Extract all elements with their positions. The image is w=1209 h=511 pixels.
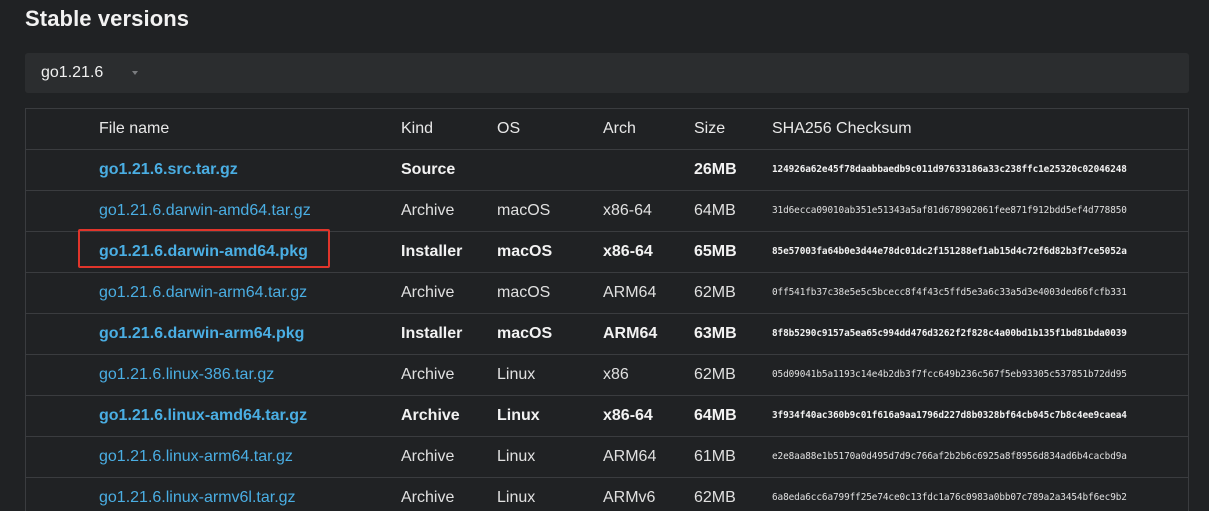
size-cell: 63MB (694, 325, 737, 342)
arch-cell: ARM64 (603, 325, 658, 342)
kind-cell: Archive (401, 284, 455, 301)
size-cell: 62MB (694, 489, 736, 506)
size-cell: 62MB (694, 366, 736, 383)
file-download-link[interactable]: go1.21.6.linux-arm64.tar.gz (99, 437, 293, 477)
checksum-cell: 0ff541fb37c38e5e5c5bcecc8f4f43c5ffd5e3a6… (772, 287, 1127, 298)
size-cell: 65MB (694, 243, 737, 260)
table-row: go1.21.6.darwin-amd64.pkg Installer macO… (26, 232, 1188, 273)
os-cell: Linux (497, 489, 536, 506)
file-download-link[interactable]: go1.21.6.linux-armv6l.tar.gz (99, 478, 296, 511)
os-cell: macOS (497, 284, 551, 301)
kind-cell: Archive (401, 448, 455, 465)
checksum-cell: 124926a62e45f78daabbaedb9c011d97633186a3… (772, 164, 1127, 175)
version-selector-label: go1.21.6 (41, 64, 104, 81)
kind-cell: Archive (401, 407, 460, 424)
column-header-sha256: SHA256 Checksum (772, 120, 912, 137)
table-row: go1.21.6.linux-armv6l.tar.gz Archive Lin… (26, 478, 1188, 511)
table-header-row: File name Kind OS Arch Size SHA256 Check… (26, 109, 1188, 150)
file-download-link[interactable]: go1.21.6.darwin-arm64.tar.gz (99, 273, 307, 313)
arch-cell: x86-64 (603, 202, 652, 219)
column-header-arch: Arch (603, 120, 636, 137)
size-cell: 64MB (694, 202, 736, 219)
file-download-link[interactable]: go1.21.6.src.tar.gz (99, 150, 238, 190)
os-cell: macOS (497, 325, 553, 342)
table-row: go1.21.6.darwin-arm64.pkg Installer macO… (26, 314, 1188, 355)
downloads-table: File name Kind OS Arch Size SHA256 Check… (25, 108, 1189, 511)
column-header-file-name: File name (99, 120, 170, 137)
kind-cell: Archive (401, 366, 455, 383)
table-row: go1.21.6.linux-amd64.tar.gz Archive Linu… (26, 396, 1188, 437)
checksum-cell: 31d6ecca09010ab351e51343a5af81d678902061… (772, 205, 1127, 216)
arch-cell: ARMv6 (603, 489, 656, 506)
os-cell: macOS (497, 243, 553, 260)
os-cell: Linux (497, 407, 540, 424)
checksum-cell: 6a8eda6cc6a799ff25e74ce0c13fdc1a76c0983a… (772, 492, 1127, 503)
column-header-size: Size (694, 120, 726, 137)
size-cell: 61MB (694, 448, 736, 465)
section-title: Stable versions (25, 6, 190, 31)
os-cell: Linux (497, 366, 536, 383)
kind-cell: Archive (401, 202, 455, 219)
table-row: go1.21.6.darwin-arm64.tar.gz Archive mac… (26, 273, 1188, 314)
arch-cell: x86 (603, 366, 629, 383)
checksum-cell: 85e57003fa64b0e3d44e78dc01dc2f151288ef1a… (772, 246, 1127, 257)
file-download-link[interactable]: go1.21.6.linux-386.tar.gz (99, 355, 274, 395)
kind-cell: Archive (401, 489, 455, 506)
file-download-link[interactable]: go1.21.6.linux-amd64.tar.gz (99, 396, 307, 436)
table-row: go1.21.6.linux-arm64.tar.gz Archive Linu… (26, 437, 1188, 478)
size-cell: 26MB (694, 161, 737, 178)
arch-cell: x86-64 (603, 243, 653, 260)
table-row: go1.21.6.darwin-amd64.tar.gz Archive mac… (26, 191, 1188, 232)
arch-cell: ARM64 (603, 284, 657, 301)
downloads-page: Stable versions go1.21.6 File name Kind … (0, 0, 1209, 511)
file-download-link[interactable]: go1.21.6.darwin-amd64.pkg (99, 232, 308, 272)
chevron-down-icon (132, 71, 138, 75)
os-cell: Linux (497, 448, 536, 465)
kind-cell: Installer (401, 243, 463, 260)
size-cell: 64MB (694, 407, 737, 424)
arch-cell: ARM64 (603, 448, 657, 465)
checksum-cell: 05d09041b5a1193c14e4b2db3f7fcc649b236c56… (772, 369, 1127, 380)
file-download-link[interactable]: go1.21.6.darwin-amd64.tar.gz (99, 191, 311, 231)
kind-cell: Source (401, 161, 456, 178)
checksum-cell: 3f934f40ac360b9c01f616a9aa1796d227d8b032… (772, 410, 1127, 421)
table-row: go1.21.6.linux-386.tar.gz Archive Linux … (26, 355, 1188, 396)
size-cell: 62MB (694, 284, 736, 301)
column-header-os: OS (497, 120, 521, 137)
column-header-kind: Kind (401, 120, 434, 137)
checksum-cell: 8f8b5290c9157a5ea65c994dd476d3262f2f828c… (772, 328, 1127, 339)
os-cell: macOS (497, 202, 551, 219)
version-selector[interactable]: go1.21.6 (25, 53, 1189, 93)
checksum-cell: e2e8aa88e1b5170a0d495d7d9c766af2b2b6c692… (772, 451, 1127, 462)
kind-cell: Installer (401, 325, 463, 342)
table-row: go1.21.6.src.tar.gz Source 26MB 124926a6… (26, 150, 1188, 191)
file-download-link[interactable]: go1.21.6.darwin-arm64.pkg (99, 314, 304, 354)
arch-cell: x86-64 (603, 407, 653, 424)
